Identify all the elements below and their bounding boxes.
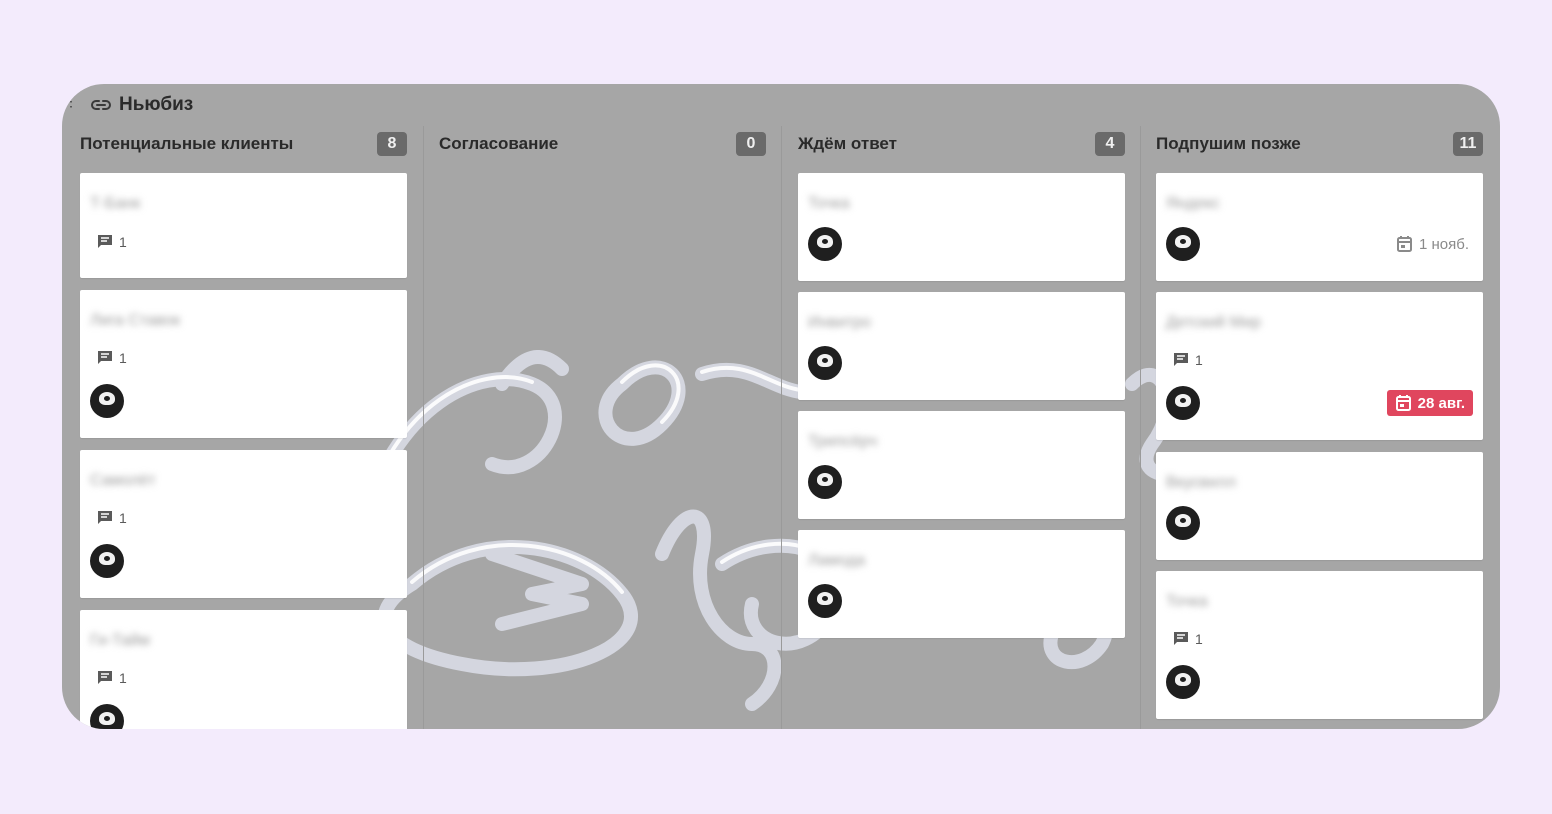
column-header: Потенциальные клиенты 8 [62,132,407,156]
comment-count: 1 [96,670,127,686]
column-header: Подпушим позже 11 [1138,132,1483,156]
column-potential-clients: Потенциальные клиенты 8 Т-Банк 1 Лига Ст… [62,126,407,729]
column-header: Согласование 0 [421,132,766,156]
avatar[interactable] [1166,227,1200,261]
comment-icon [98,671,112,684]
card-title: Точка [1166,593,1208,610]
column-awaiting-reply: Ждём ответ 4 Точка Инвитро Трипсёрч Ламо… [780,126,1125,729]
due-date-overdue[interactable]: 28 авг. [1386,390,1473,416]
due-date[interactable]: 1 нояб. [1396,235,1469,253]
card-title: Детский Мир [1166,314,1261,331]
avatar[interactable] [90,704,124,729]
link-icon[interactable] [90,97,112,113]
comment-count: 1 [1172,631,1203,647]
drag-handle-icon[interactable]: ⋮ [64,94,78,108]
comment-count-value: 1 [1195,352,1203,368]
comment-count: 1 [96,234,127,250]
column-count-badge: 0 [736,132,766,156]
comment-count: 1 [96,350,127,366]
kanban-board: ⋮ Ньюбиз Потенциальные клиенты 8 Т-Банк … [62,84,1500,729]
column-title[interactable]: Согласование [439,134,558,154]
deal-card[interactable]: Лига Ставок 1 [80,290,407,438]
board-title[interactable]: Ньюбиз [119,94,193,116]
column-title[interactable]: Ждём ответ [798,134,897,154]
card-title: Инвитро [808,314,871,331]
comment-count-value: 1 [119,234,127,250]
deal-card[interactable]: Точка 1 [1156,571,1483,719]
avatar[interactable] [808,465,842,499]
column-count-badge: 11 [1453,132,1483,156]
card-title: Ламода [808,552,866,569]
avatar[interactable] [1166,506,1200,540]
comment-icon [98,511,112,524]
avatar[interactable] [808,227,842,261]
deal-card[interactable]: Яндекс 1 нояб. [1156,173,1483,281]
card-title: Вкусвилл [1166,474,1236,491]
column-count-badge: 4 [1095,132,1125,156]
avatar[interactable] [1166,665,1200,699]
deal-card[interactable]: Детский Мир 1 28 авг. [1156,292,1483,440]
avatar[interactable] [90,384,124,418]
avatar[interactable] [1166,386,1200,420]
card-title: Точка [808,195,850,212]
comment-count-value: 1 [119,670,127,686]
avatar[interactable] [90,544,124,578]
due-date-value: 1 нояб. [1418,235,1469,253]
card-title: Т-Банк [90,195,141,212]
column-approval: Согласование 0 [421,126,766,729]
comment-count-value: 1 [1195,631,1203,647]
comment-count-value: 1 [119,510,127,526]
deal-card[interactable]: Вкусвилл [1156,452,1483,560]
column-header: Ждём ответ 4 [780,132,1125,156]
comment-icon [98,351,112,364]
deal-card[interactable]: Точка [798,173,1125,281]
due-date-value: 28 авг. [1417,394,1465,412]
column-title[interactable]: Подпушим позже [1156,134,1301,154]
card-title: Ги-Тайм [90,632,150,649]
deal-card[interactable]: Т-Банк 1 [80,173,407,278]
avatar[interactable] [808,346,842,380]
card-title: Самолёт [90,472,156,489]
avatar[interactable] [808,584,842,618]
card-title: Трипсёрч [808,433,878,450]
card-title: Лига Ставок [90,312,181,329]
calendar-icon [1395,395,1411,411]
comment-count: 1 [1172,352,1203,368]
deal-card[interactable]: Ги-Тайм 1 [80,610,407,729]
comment-icon [1174,632,1188,645]
deal-card[interactable]: Трипсёрч [798,411,1125,519]
comment-icon [1174,353,1188,366]
deal-card[interactable]: Самолёт 1 [80,450,407,598]
column-count-badge: 8 [377,132,407,156]
comment-count: 1 [96,510,127,526]
board-header: ⋮ Ньюбиз [62,84,1500,126]
comment-icon [98,235,112,248]
comment-count-value: 1 [119,350,127,366]
card-title: Яндекс [1166,195,1220,212]
deal-card[interactable]: Инвитро [798,292,1125,400]
column-follow-up-later: Подпушим позже 11 Яндекс 1 нояб. Детский… [1138,126,1483,729]
deal-card[interactable]: Ламода [798,530,1125,638]
calendar-icon [1396,236,1412,252]
column-title[interactable]: Потенциальные клиенты [80,134,293,154]
